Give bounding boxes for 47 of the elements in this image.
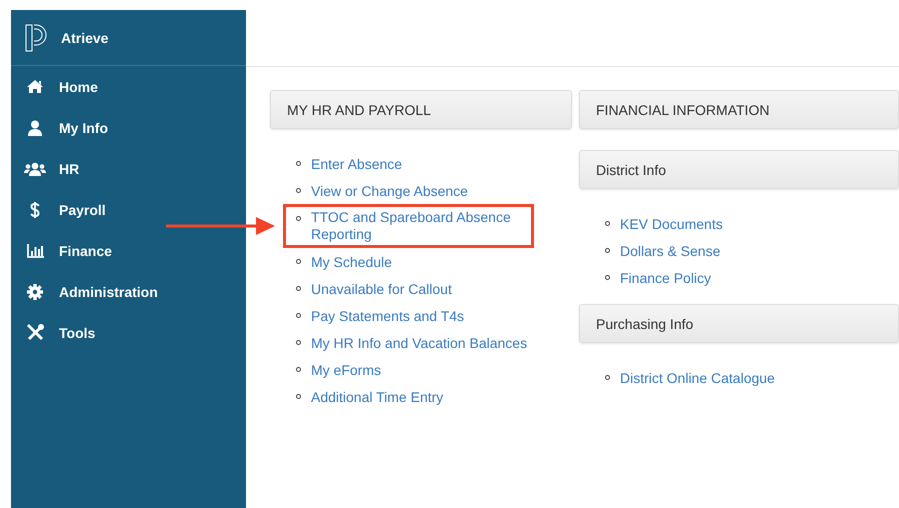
menu-link[interactable]: TTOC and Spareboard Absence Reporting: [311, 209, 521, 243]
menu-link[interactable]: District Online Catalogue: [620, 370, 775, 386]
nav-link[interactable]: Tools: [59, 324, 96, 340]
bullet-icon: [296, 216, 301, 221]
menu-link[interactable]: Enter Absence: [311, 156, 402, 172]
section-header: FINANCIAL INFORMATION: [579, 90, 899, 129]
menu-link[interactable]: My HR Info and Vacation Balances: [311, 334, 528, 350]
bullet-icon: [296, 313, 301, 318]
bullet-icon: [296, 340, 301, 345]
menu-link[interactable]: Additional Time Entry: [311, 388, 444, 404]
tools-icon: [26, 324, 44, 341]
group-header: Purchasing Info: [579, 304, 899, 343]
users-icon: [24, 162, 46, 176]
bullet-icon: [296, 367, 301, 372]
nav-link[interactable]: Home: [59, 78, 98, 94]
group-header: District Info: [579, 150, 899, 189]
nav-link[interactable]: Payroll: [59, 202, 106, 218]
arrow-icon: [166, 215, 276, 237]
nav-link[interactable]: Finance: [59, 242, 112, 258]
bullet-icon: [296, 161, 301, 166]
menu-link[interactable]: Dollars & Sense: [620, 242, 720, 258]
bullet-icon: [296, 394, 301, 399]
menu-link[interactable]: Unavailable for Callout: [311, 280, 452, 296]
bullet-icon: [605, 248, 610, 253]
dollar-icon: [30, 200, 40, 218]
bullet-icon: [296, 286, 301, 291]
user-icon: [28, 120, 42, 136]
bullet-icon: [605, 375, 610, 380]
bar-chart-icon: [26, 244, 44, 258]
nav-link[interactable]: HR: [59, 160, 80, 176]
menu-link[interactable]: My eForms: [311, 362, 381, 378]
menu-link[interactable]: KEV Documents: [620, 216, 723, 232]
menu-link[interactable]: My Schedule: [311, 254, 392, 270]
menu-link[interactable]: Pay Statements and T4s: [311, 308, 464, 324]
logo-icon: [25, 24, 47, 52]
menu-link[interactable]: View or Change Absence: [311, 182, 468, 198]
nav-link[interactable]: Administration: [59, 284, 158, 300]
menu-link[interactable]: Finance Policy: [620, 270, 712, 286]
gear-icon: [27, 284, 43, 300]
bullet-icon: [296, 188, 301, 193]
home-icon: [26, 79, 44, 94]
bullet-icon: [605, 275, 610, 280]
brand-name: Atrieve: [61, 30, 108, 46]
section-header: MY HR AND PAYROLL: [270, 90, 572, 129]
bullet-icon: [296, 259, 301, 264]
bullet-icon: [605, 221, 610, 226]
nav-link[interactable]: My Info: [59, 120, 108, 136]
